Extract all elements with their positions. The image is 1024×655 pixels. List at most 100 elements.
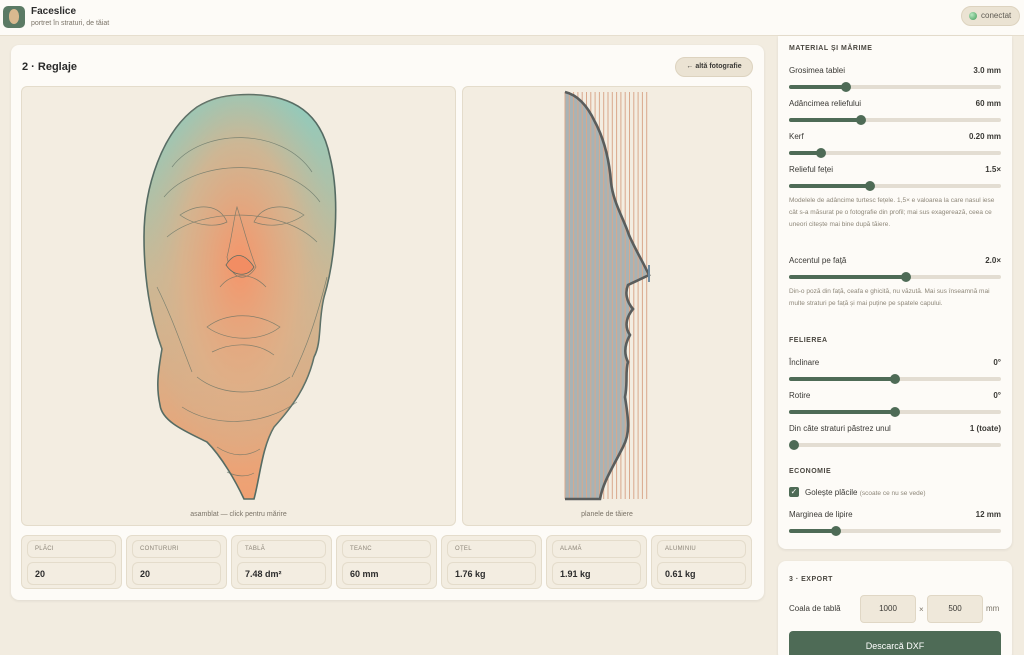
- unit-label: mm: [986, 604, 1000, 613]
- margin-value: 12 mm: [975, 510, 1001, 519]
- face-relief-value: 1.5×: [985, 165, 1001, 174]
- relief-depth-label: Adâncimea reliefului: [789, 99, 862, 108]
- kerf-value: 0.20 mm: [968, 132, 1001, 141]
- stat-label: PLĂCI: [27, 540, 116, 558]
- stat-contours: CONTURURI 20: [126, 535, 227, 589]
- thickness-label: Grosimea tablei: [789, 66, 846, 75]
- times-sign: ×: [919, 605, 924, 614]
- assembly-caption: asamblat — click pentru mărire: [190, 511, 287, 518]
- margin-label: Marginea de lipire: [789, 510, 853, 519]
- thickness-value: 3.0 mm: [973, 66, 1001, 75]
- rotation-value: 0°: [993, 391, 1001, 400]
- stat-value: 20: [27, 562, 116, 585]
- slider-knob[interactable]: [890, 374, 900, 384]
- stat-value: 1.76 kg: [447, 562, 536, 585]
- stat-label: CONTURURI: [132, 540, 221, 558]
- slider-knob[interactable]: [856, 115, 866, 125]
- slider-fill: [789, 529, 836, 533]
- app-subtitle: portret în straturi, de tăiat: [31, 20, 110, 27]
- face-relief-label: Relieful feței: [789, 165, 834, 174]
- assembly-preview[interactable]: asamblat — click pentru mărire: [21, 86, 456, 526]
- slider-knob[interactable]: [816, 148, 826, 158]
- stat-label: ALUMINIU: [657, 540, 746, 558]
- stat-value: 7.48 dm²: [237, 562, 326, 585]
- thickness-row: Grosimea tablei 3.0 mm: [789, 66, 1001, 75]
- slider-fill: [789, 85, 846, 89]
- hollow-checkbox[interactable]: ✓: [789, 487, 799, 497]
- download-dxf-button[interactable]: Descarcă DXF: [789, 631, 1001, 655]
- slider-fill: [789, 118, 861, 122]
- slicing-heading: FELIEREA: [789, 337, 828, 344]
- sheet-height-input[interactable]: 500: [927, 595, 983, 623]
- relief-depth-row: Adâncimea reliefului 60 mm: [789, 99, 1001, 108]
- keep-every-slider[interactable]: [789, 440, 1001, 450]
- panel-title: 2 · Reglaje: [22, 61, 78, 73]
- face-accent-value: 2.0×: [985, 256, 1001, 265]
- slider-fill: [789, 275, 906, 279]
- app-title: Faceslice: [31, 6, 77, 17]
- stat-value: 0.61 kg: [657, 562, 746, 585]
- stat-value: 60 mm: [342, 562, 431, 585]
- stat-label: OȚEL: [447, 540, 536, 558]
- slider-fill: [789, 184, 870, 188]
- face-relief-note: Modelele de adâncime turtesc fețele. 1,5…: [789, 197, 995, 228]
- top-bar: Faceslice portret în straturi, de tăiat …: [0, 0, 1024, 36]
- thickness-slider[interactable]: [789, 82, 1001, 92]
- face-accent-note: Din-o poză din față, ceafa e ghicită, nu…: [789, 288, 990, 307]
- connection-status-button[interactable]: conectat: [961, 6, 1020, 26]
- assembled-face-render[interactable]: [22, 87, 457, 507]
- margin-slider[interactable]: [789, 526, 1001, 536]
- sheet-label: Coala de tablă: [789, 604, 841, 613]
- slider-knob[interactable]: [841, 82, 851, 92]
- cutting-planes-render: [564, 90, 651, 501]
- sheet-width-input[interactable]: 1000: [860, 595, 916, 623]
- rotation-label: Rotire: [789, 391, 811, 400]
- tilt-label: Înclinare: [789, 358, 820, 367]
- keep-every-value: 1 (toate): [969, 424, 1001, 433]
- face-accent-row: Accentul pe față 2.0×: [789, 256, 1001, 265]
- stat-label: ALAMĂ: [552, 540, 641, 558]
- slider-fill: [789, 377, 895, 381]
- export-heading: 3 · EXPORT: [789, 576, 833, 583]
- relief-depth-slider[interactable]: [789, 115, 1001, 125]
- tilt-value: 0°: [993, 358, 1001, 367]
- kerf-label: Kerf: [789, 132, 804, 141]
- export-panel: 3 · EXPORT Coala de tablă 1000 × 500 mm …: [778, 561, 1012, 655]
- slider-knob[interactable]: [789, 440, 799, 450]
- stat-stack: TEANC 60 mm: [336, 535, 437, 589]
- material-heading: MATERIAL ȘI MĂRIME: [789, 45, 873, 52]
- other-photo-button[interactable]: ← altă fotografie: [675, 57, 753, 77]
- stat-value: 20: [132, 562, 221, 585]
- slider-knob[interactable]: [831, 526, 841, 536]
- stat-sheet: TABLĂ 7.48 dm²: [231, 535, 332, 589]
- adjustments-panel: 2 · Reglaje ← altă fotografie asamblat —…: [11, 45, 764, 600]
- stat-label: TABLĂ: [237, 540, 326, 558]
- face-accent-slider[interactable]: [789, 272, 1001, 282]
- stat-brass: ALAMĂ 1.91 kg: [546, 535, 647, 589]
- stat-steel: OȚEL 1.76 kg: [441, 535, 542, 589]
- planes-preview: planele de tăiere: [462, 86, 752, 526]
- slider-fill: [789, 410, 895, 414]
- planes-caption: planele de tăiere: [581, 511, 633, 518]
- settings-sidebar: MATERIAL ȘI MĂRIME Grosimea tablei 3.0 m…: [778, 36, 1012, 549]
- app-logo-icon: [3, 6, 25, 28]
- status-dot-icon: [969, 12, 977, 20]
- face-accent-label: Accentul pe față: [789, 256, 847, 265]
- stat-aluminium: ALUMINIU 0.61 kg: [651, 535, 752, 589]
- slider-knob[interactable]: [901, 272, 911, 282]
- relief-depth-value: 60 mm: [975, 99, 1001, 108]
- face-relief-row: Relieful feței 1.5×: [789, 165, 1001, 174]
- keep-every-label: Din câte straturi păstrez unul: [789, 424, 891, 433]
- rotation-slider[interactable]: [789, 407, 1001, 417]
- slider-knob[interactable]: [890, 407, 900, 417]
- tilt-row: Înclinare 0°: [789, 358, 1001, 367]
- kerf-slider[interactable]: [789, 148, 1001, 158]
- margin-row: Marginea de lipire 12 mm: [789, 510, 1001, 519]
- hollow-label[interactable]: Golește plăcile (scoate ce nu se vede): [805, 488, 925, 497]
- face-relief-slider[interactable]: [789, 181, 1001, 191]
- tilt-slider[interactable]: [789, 374, 1001, 384]
- economy-heading: ECONOMIE: [789, 468, 832, 475]
- slider-knob[interactable]: [865, 181, 875, 191]
- stat-label: TEANC: [342, 540, 431, 558]
- hollow-label-text: Golește plăcile: [805, 488, 858, 497]
